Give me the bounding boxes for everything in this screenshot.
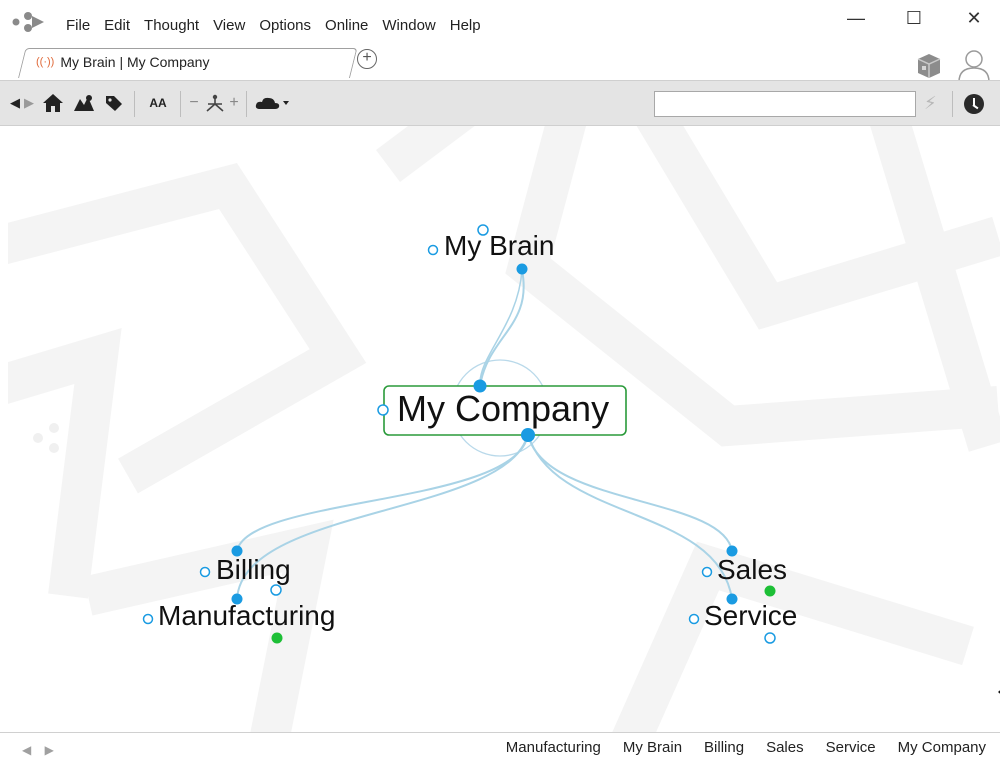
lightning-icon[interactable]: ⚡: [924, 93, 937, 114]
link-parent-2: [479, 269, 523, 387]
tab-brain-label: My Brain | My Company: [60, 54, 210, 70]
zoom-in-button[interactable]: +: [228, 93, 240, 113]
maximize-button[interactable]: ☐: [902, 8, 926, 29]
node-billing[interactable]: Billing: [216, 554, 291, 586]
toolbar-separator: [246, 91, 247, 117]
search-input[interactable]: [654, 91, 916, 117]
tab-brain-content: ((·)) My Brain | My Company: [36, 54, 209, 70]
home-icon[interactable]: [42, 93, 64, 113]
node-manufacturing[interactable]: Manufacturing: [158, 600, 335, 632]
back-button[interactable]: ◀: [8, 93, 22, 113]
link-parent: [479, 269, 525, 387]
live-indicator-icon: ((·)): [36, 56, 55, 68]
toolbar-separator: [952, 91, 953, 117]
gate-child-filled[interactable]: [521, 428, 535, 442]
history-back-button[interactable]: ◀: [22, 743, 31, 757]
gate-jump-open[interactable]: [701, 566, 713, 578]
link-sales: [527, 433, 733, 552]
mind-map-canvas[interactable]: My Brain My Company Billing Manufacturin…: [0, 126, 1000, 732]
gate-child-open[interactable]: [270, 584, 282, 596]
font-size-button[interactable]: AA: [144, 93, 172, 113]
zoom-out-button[interactable]: −: [188, 93, 200, 113]
title-bar: File Edit Thought View Options Online Wi…: [0, 0, 1000, 46]
note-indicator[interactable]: [764, 585, 776, 597]
gate-jump-open[interactable]: [199, 566, 211, 578]
gate-child-open[interactable]: [764, 632, 776, 644]
link-service: [527, 433, 733, 600]
menu-window[interactable]: Window: [382, 17, 435, 34]
cloud-icon[interactable]: [254, 93, 290, 113]
tag-icon[interactable]: [104, 93, 124, 113]
history-forward-button[interactable]: ▶: [45, 743, 54, 757]
watermark-logo: [33, 423, 59, 453]
menu-file[interactable]: File: [66, 17, 90, 34]
history-item[interactable]: Billing: [704, 739, 744, 756]
link-billing: [236, 433, 529, 552]
toolbar-separator: [180, 91, 181, 117]
font-size-label: AA: [149, 96, 167, 110]
menu-help[interactable]: Help: [450, 17, 481, 34]
history-item[interactable]: My Company: [898, 739, 986, 756]
minimize-button[interactable]: —: [844, 8, 868, 29]
node-service[interactable]: Service: [704, 600, 797, 632]
history-item[interactable]: Manufacturing: [506, 739, 601, 756]
status-bar: ◀ ▶ Manufacturing My Brain Billing Sales…: [0, 732, 1000, 766]
cube-icon[interactable]: [915, 52, 943, 80]
history-nav: ◀ ▶: [22, 743, 64, 757]
menu-online[interactable]: Online: [325, 17, 368, 34]
thought-history: Manufacturing My Brain Billing Sales Ser…: [506, 739, 986, 756]
node-my-company[interactable]: My Company: [397, 388, 609, 430]
history-item[interactable]: Sales: [766, 739, 804, 756]
forward-button[interactable]: ▶: [22, 93, 36, 113]
gate-jump-open[interactable]: [688, 613, 700, 625]
close-button[interactable]: ✕: [962, 8, 986, 29]
gate-jump-open[interactable]: [427, 244, 439, 256]
app-logo-icon[interactable]: [10, 10, 50, 34]
menu-thought[interactable]: Thought: [144, 17, 199, 34]
history-item[interactable]: Service: [826, 739, 876, 756]
note-indicator[interactable]: [271, 632, 283, 644]
node-my-brain[interactable]: My Brain: [444, 230, 554, 262]
menu-edit[interactable]: Edit: [104, 17, 130, 34]
menu-view[interactable]: View: [213, 17, 245, 34]
user-icon[interactable]: [955, 46, 993, 84]
menu-options[interactable]: Options: [259, 17, 311, 34]
gate-jump-open[interactable]: [142, 613, 154, 625]
toolbar-separator: [134, 91, 135, 117]
layout-icon[interactable]: [204, 93, 226, 113]
history-item[interactable]: My Brain: [623, 739, 682, 756]
clock-icon[interactable]: [964, 94, 984, 114]
node-sales[interactable]: Sales: [717, 554, 787, 586]
pin-map-icon[interactable]: [72, 93, 96, 113]
menu-bar: File Edit Thought View Options Online Wi…: [66, 17, 495, 34]
toolbar: ◀ ▶ AA − + ⚡: [0, 80, 1000, 126]
gate-child-filled[interactable]: [516, 263, 528, 275]
plus-circle-icon[interactable]: +: [357, 49, 377, 69]
gate-jump-open[interactable]: [377, 404, 389, 416]
